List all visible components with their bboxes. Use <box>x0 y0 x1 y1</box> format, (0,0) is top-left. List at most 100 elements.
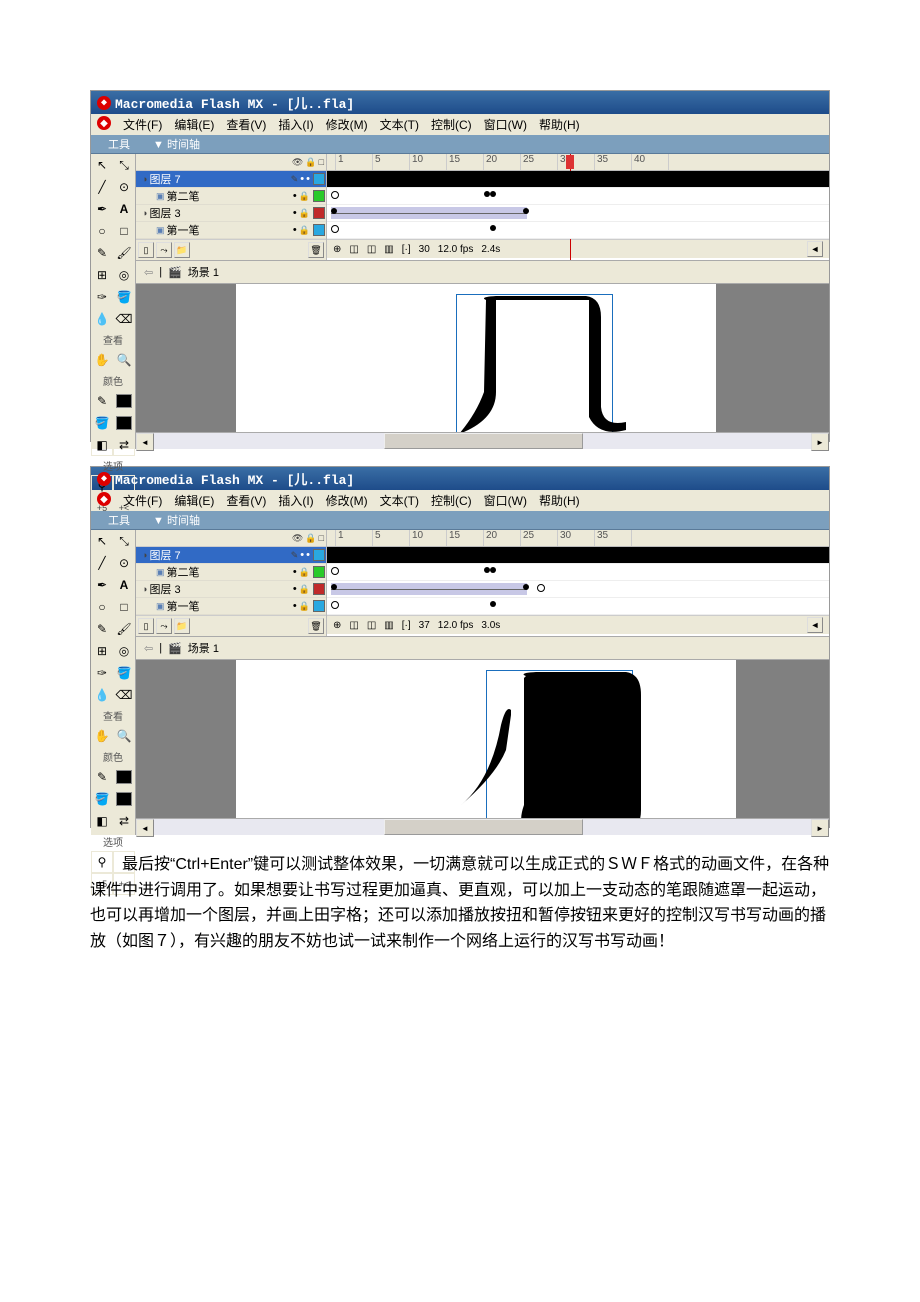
line-tool[interactable]: ╱ <box>91 552 113 574</box>
ink-tool[interactable]: ✑ <box>91 662 113 684</box>
menu-control[interactable]: 控制(C) <box>431 492 472 509</box>
frames-panel[interactable]: 1 5 10 15 20 25 30 35 <box>327 530 829 636</box>
menu-view[interactable]: 查看(V) <box>226 116 266 133</box>
scroll-left-button[interactable]: ◄ <box>136 433 154 451</box>
layer-row[interactable]: ◑ 图层 3 • 🔒 <box>136 205 326 222</box>
stroke-color[interactable]: ✎ <box>91 766 113 788</box>
oval-tool[interactable]: ○ <box>91 220 113 242</box>
menu-file[interactable]: 文件(F) <box>123 116 162 133</box>
back-arrow-icon[interactable]: ⇦ <box>144 266 153 279</box>
paint-bucket-tool[interactable]: 🪣 <box>113 286 135 308</box>
h-scrollbar[interactable]: ◄ ► <box>136 818 829 835</box>
markers-icon[interactable]: [·] <box>402 620 411 631</box>
transform-tool[interactable]: ⊞ <box>91 264 113 286</box>
option-magnet[interactable]: ⚲ <box>91 851 113 873</box>
multi-frame-icon[interactable]: ▥ <box>384 620 393 631</box>
zoom-tool[interactable]: 🔍 <box>113 349 135 371</box>
lasso-tool[interactable]: ⊙ <box>113 176 135 198</box>
menu-window[interactable]: 窗口(W) <box>484 116 527 133</box>
scroll-right-button[interactable]: ► <box>811 819 829 837</box>
add-folder-button[interactable]: 📁 <box>174 618 190 634</box>
fill-swatch[interactable] <box>113 788 135 810</box>
lock-column-icon[interactable]: 🔒 <box>305 157 316 168</box>
arrow-tool[interactable]: ↖ <box>91 154 113 176</box>
fill-color[interactable]: 🪣 <box>91 412 113 434</box>
fill-color[interactable]: 🪣 <box>91 788 113 810</box>
menu-help[interactable]: 帮助(H) <box>539 116 580 133</box>
pen-tool[interactable]: ✒ <box>91 574 113 596</box>
default-colors[interactable]: ◧ <box>91 810 113 832</box>
back-arrow-icon[interactable]: ⇦ <box>144 642 153 655</box>
swap-colors[interactable]: ⇄ <box>113 810 135 832</box>
delete-layer-button[interactable]: 🗑 <box>308 242 324 258</box>
text-tool[interactable]: A <box>113 198 135 220</box>
menu-file[interactable]: 文件(F) <box>123 492 162 509</box>
onion-outline-icon[interactable]: ◫ <box>367 620 376 631</box>
ink-tool[interactable]: ✑ <box>91 286 113 308</box>
eyedropper-tool[interactable]: 💧 <box>91 308 113 330</box>
stage[interactable] <box>136 660 829 818</box>
line-tool[interactable]: ╱ <box>91 176 113 198</box>
scene-name[interactable]: 场景 1 <box>188 640 219 656</box>
menu-insert[interactable]: 插入(I) <box>278 492 313 509</box>
add-layer-button[interactable]: ▯ <box>138 242 154 258</box>
menu-modify[interactable]: 修改(M) <box>326 116 368 133</box>
menu-control[interactable]: 控制(C) <box>431 116 472 133</box>
frames-panel[interactable]: 1 5 10 15 20 25 30 35 40 <box>327 154 829 260</box>
stroke-swatch[interactable] <box>113 766 135 788</box>
outline-column-icon[interactable]: □ <box>319 533 324 543</box>
timeline-panel-header[interactable]: ▼ 时间轴 <box>147 135 829 154</box>
menu-help[interactable]: 帮助(H) <box>539 492 580 509</box>
stage[interactable] <box>136 284 829 432</box>
scene-name[interactable]: 场景 1 <box>188 264 219 280</box>
zoom-tool[interactable]: 🔍 <box>113 725 135 747</box>
center-frame-icon[interactable]: ⊕ <box>333 620 341 631</box>
markers-icon[interactable]: [·] <box>402 244 411 255</box>
delete-layer-button[interactable]: 🗑 <box>308 618 324 634</box>
fill-transform-tool[interactable]: ◎ <box>113 264 135 286</box>
stroke-color[interactable]: ✎ <box>91 390 113 412</box>
subselect-tool[interactable]: ⤡ <box>113 154 135 176</box>
menu-window[interactable]: 窗口(W) <box>484 492 527 509</box>
transform-tool[interactable]: ⊞ <box>91 640 113 662</box>
layer-row[interactable]: ▣ 第二笔 • 🔒 <box>136 188 326 205</box>
pencil-tool[interactable]: ✎ <box>91 618 113 640</box>
layer-row[interactable]: ▣ 第二笔 • 🔒 <box>136 564 326 581</box>
menu-view[interactable]: 查看(V) <box>226 492 266 509</box>
layer-row[interactable]: ▣ 第一笔 • 🔒 <box>136 598 326 615</box>
swap-colors[interactable]: ⇄ <box>113 434 135 456</box>
text-tool[interactable]: A <box>113 574 135 596</box>
fill-transform-tool[interactable]: ◎ <box>113 640 135 662</box>
onion-icon[interactable]: ◫ <box>349 620 358 631</box>
subselect-tool[interactable]: ⤡ <box>113 530 135 552</box>
layer-row[interactable]: ◑ 图层 7 ✎ •• <box>136 171 326 188</box>
pencil-tool[interactable]: ✎ <box>91 242 113 264</box>
lock-column-icon[interactable]: 🔒 <box>305 533 316 544</box>
menu-text[interactable]: 文本(T) <box>380 492 419 509</box>
onion-icon[interactable]: ◫ <box>349 244 358 255</box>
center-frame-icon[interactable]: ⊕ <box>333 244 341 255</box>
add-guide-button[interactable]: ⤳ <box>156 618 172 634</box>
timeline-panel-header[interactable]: ▼ 时间轴 <box>147 511 829 530</box>
eraser-tool[interactable]: ⌫ <box>113 308 135 330</box>
menu-text[interactable]: 文本(T) <box>380 116 419 133</box>
eye-column-icon[interactable]: 👁 <box>292 533 303 544</box>
add-layer-button[interactable]: ▯ <box>138 618 154 634</box>
outline-column-icon[interactable]: □ <box>319 157 324 167</box>
layer-row[interactable]: ◑ 图层 7 ✎ •• <box>136 547 326 564</box>
rect-tool[interactable]: □ <box>113 596 135 618</box>
oval-tool[interactable]: ○ <box>91 596 113 618</box>
hand-tool[interactable]: ✋ <box>91 725 113 747</box>
scroll-left[interactable]: ◄ <box>807 617 823 633</box>
menu-insert[interactable]: 插入(I) <box>278 116 313 133</box>
default-colors[interactable]: ◧ <box>91 434 113 456</box>
lasso-tool[interactable]: ⊙ <box>113 552 135 574</box>
multi-frame-icon[interactable]: ▥ <box>384 244 393 255</box>
add-guide-button[interactable]: ⤳ <box>156 242 172 258</box>
eyedropper-tool[interactable]: 💧 <box>91 684 113 706</box>
eraser-tool[interactable]: ⌫ <box>113 684 135 706</box>
add-folder-button[interactable]: 📁 <box>174 242 190 258</box>
scroll-right-button[interactable]: ► <box>811 433 829 451</box>
layer-row[interactable]: ◑ 图层 3 • 🔒 <box>136 581 326 598</box>
onion-outline-icon[interactable]: ◫ <box>367 244 376 255</box>
